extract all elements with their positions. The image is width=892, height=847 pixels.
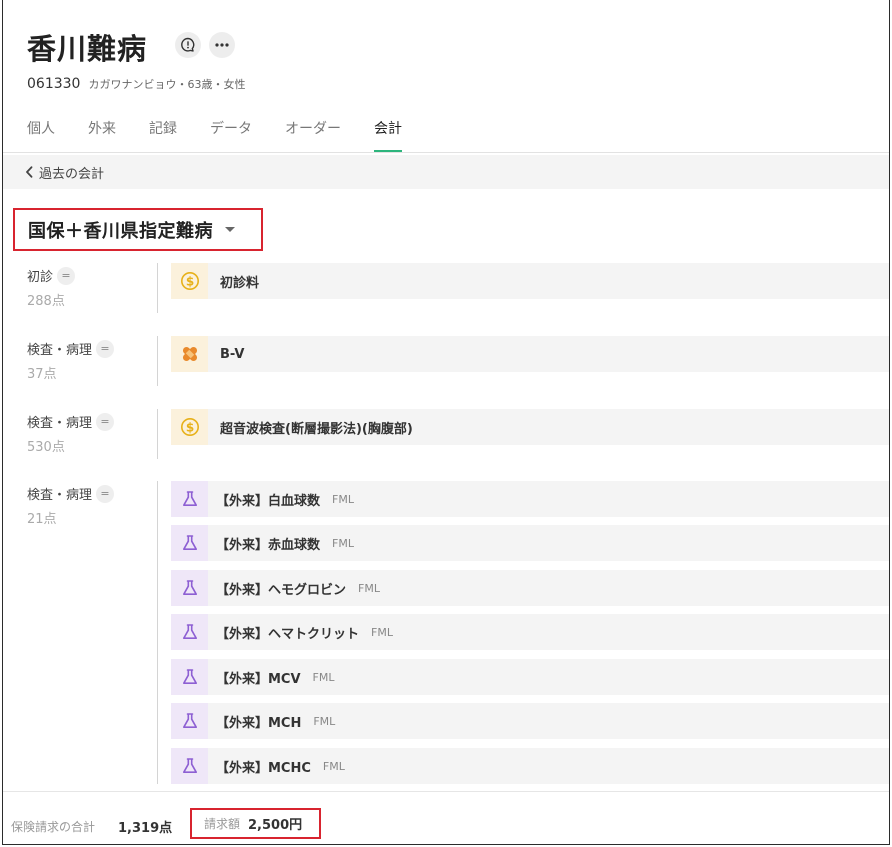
patient-subinfo: 061330 カガワナンビョウ・63歳・女性 (27, 76, 245, 92)
patient-name: 香川難病 (27, 32, 148, 66)
billing-item[interactable]: $ 初診料 (171, 263, 889, 299)
item-tag: FML (371, 625, 393, 639)
chevron-left-icon (26, 166, 33, 178)
equals-icon: = (57, 266, 76, 285)
tab-data[interactable]: データ (210, 118, 252, 152)
tab-billing[interactable]: 会計 (374, 118, 402, 152)
category-name: 初診 (27, 270, 54, 285)
item-tag: FML (332, 536, 354, 550)
alert-icon (181, 37, 195, 52)
item-tag: FML (322, 759, 345, 773)
billing-item[interactable]: 【外来】MCV FML (171, 659, 889, 695)
category-label: 検査・病理 = (27, 412, 115, 431)
category-name: 検査・病理 (27, 343, 93, 358)
category-name: 検査・病理 (27, 488, 93, 503)
flask-icon (171, 570, 208, 606)
billing-item[interactable]: 【外来】ヘモグロビン FML (171, 570, 889, 606)
equals-icon: = (96, 412, 115, 431)
category-name: 検査・病理 (27, 416, 93, 431)
item-name: 【外来】MCH (216, 715, 302, 731)
billing-item[interactable]: 【外来】MCH FML (171, 703, 889, 739)
svg-text:$: $ (185, 274, 193, 288)
item-name: 【外来】白血球数 (216, 493, 321, 509)
patient-id: 061330 (27, 76, 81, 92)
billing-item[interactable]: 【外来】MCHC FML (171, 748, 889, 784)
alert-button[interactable] (175, 32, 201, 58)
item-name: 【外来】ヘマトクリット (216, 626, 360, 642)
more-options-button[interactable] (209, 32, 235, 58)
billing-item[interactable]: 【外来】赤血球数 FML (171, 525, 889, 561)
flask-icon (171, 748, 208, 784)
insurance-label: 国保＋香川県指定難病 (28, 220, 213, 242)
svg-text:$: $ (185, 420, 193, 434)
more-icon (215, 43, 229, 47)
footer-divider (3, 791, 889, 792)
tab-outpatient[interactable]: 外来 (88, 118, 116, 152)
equals-icon: = (96, 339, 115, 358)
category-points: 530点 (27, 440, 65, 455)
group-divider (157, 481, 158, 784)
item-name: 超音波検査(断層撮影法)(胸腹部) (220, 421, 413, 437)
item-tag: FML (313, 714, 336, 728)
group-divider (157, 263, 158, 313)
coin-icon: $ (171, 263, 208, 299)
patient-meta: カガワナンビョウ・63歳・女性 (88, 78, 246, 91)
back-to-past-billing[interactable]: 過去の会計 (3, 155, 889, 189)
billing-screen: 香川難病 061330 カガワナンビョウ・63歳・女性 個人 外来 記録 データ… (2, 0, 890, 845)
flask-icon (171, 659, 208, 695)
insurance-total-value: 1,319点 (118, 821, 173, 836)
billing-item[interactable]: B-V (171, 336, 889, 372)
billing-item[interactable]: $ 超音波検査(断層撮影法)(胸腹部) (171, 409, 889, 445)
item-tag: FML (312, 670, 335, 684)
flask-icon (171, 703, 208, 739)
billed-amount: 請求額 2,500円 (190, 808, 321, 839)
tab-orders[interactable]: オーダー (285, 118, 341, 152)
flask-icon (171, 481, 208, 517)
category-points: 288点 (27, 294, 65, 309)
equals-icon: = (96, 484, 115, 503)
coin-icon: $ (171, 409, 208, 445)
item-tag: FML (332, 492, 354, 506)
billing-item[interactable]: 【外来】白血球数 FML (171, 481, 889, 517)
category-points: 37点 (27, 367, 57, 382)
flask-icon (171, 525, 208, 561)
item-tag: FML (358, 581, 380, 595)
item-name: 【外来】赤血球数 (216, 537, 321, 553)
flask-icon (171, 614, 208, 650)
bandage-icon (171, 336, 208, 372)
group-divider (157, 409, 158, 459)
insurance-total-label: 保険請求の合計 (11, 820, 96, 834)
chevron-down-icon (225, 227, 235, 232)
tab-personal[interactable]: 個人 (27, 118, 55, 152)
patient-tabs: 個人 外来 記録 データ オーダー 会計 (27, 118, 435, 152)
item-name: 【外来】MCHC (216, 760, 311, 776)
billed-label: 請求額 (204, 817, 241, 831)
item-name: B-V (220, 346, 245, 362)
billed-value: 2,500円 (248, 818, 303, 833)
category-points: 21点 (27, 512, 57, 527)
tab-records[interactable]: 記録 (149, 118, 177, 152)
item-name: 初診料 (220, 275, 260, 291)
category-label: 初診 = (27, 266, 76, 285)
item-name: 【外来】ヘモグロビン (216, 582, 347, 598)
patient-header: 香川難病 061330 カガワナンビョウ・63歳・女性 個人 外来 記録 データ… (3, 0, 889, 153)
group-divider (157, 336, 158, 386)
category-label: 検査・病理 = (27, 484, 115, 503)
back-link-label: 過去の会計 (39, 166, 105, 182)
billing-item[interactable]: 【外来】ヘマトクリット FML (171, 614, 889, 650)
item-name: 【外来】MCV (216, 671, 301, 687)
category-label: 検査・病理 = (27, 339, 115, 358)
insurance-selector[interactable]: 国保＋香川県指定難病 (13, 208, 263, 251)
